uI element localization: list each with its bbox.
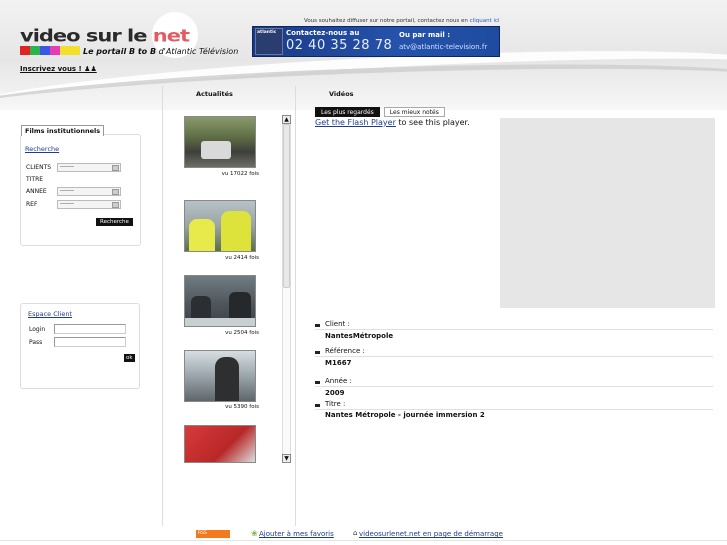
flash-notice: Get the Flash Player to see this player.: [315, 118, 470, 127]
rss-button[interactable]: RSS: [196, 530, 230, 538]
news-thumbnail[interactable]: [184, 350, 256, 402]
client-space-link[interactable]: Espace Client: [28, 310, 72, 318]
search-link[interactable]: Recherche: [25, 145, 59, 153]
reference-value: M1667: [325, 359, 352, 367]
logo[interactable]: video sur le net: [20, 26, 190, 45]
news-heading: Actualités: [196, 90, 233, 98]
atlantic-logo: atlantic: [255, 28, 283, 55]
view-count: vu 2504 fois: [225, 330, 259, 336]
diffuse-link[interactable]: cliquant ici: [470, 18, 500, 24]
news-thumbnail[interactable]: [184, 275, 256, 327]
divider-right: [295, 86, 296, 526]
video-tabs: Les plus regardés Les mieux notés: [315, 107, 445, 117]
person-shape: [215, 357, 239, 401]
logo-colorbar: [20, 46, 80, 55]
separator: [315, 409, 713, 410]
homepage-link[interactable]: videosurlenet.net en page de démarrage: [359, 530, 503, 538]
tab-most-viewed[interactable]: Les plus regardés: [315, 107, 380, 117]
login-input[interactable]: [54, 324, 126, 334]
title-label: Titre :: [325, 400, 346, 408]
tagline: Le portail B to B d'Atlantic Télévision: [83, 47, 239, 56]
footer-line: [0, 540, 727, 541]
chevron-down-icon: [112, 165, 119, 171]
video-player[interactable]: [500, 118, 715, 308]
ok-button[interactable]: ok: [124, 354, 135, 362]
titre-input[interactable]: [57, 175, 121, 184]
bullet-icon: [315, 324, 320, 327]
home-icon: ⌂: [353, 529, 358, 537]
color-swatch: [50, 46, 60, 55]
pass-label: Pass: [29, 339, 43, 346]
color-swatch: [30, 46, 40, 55]
signup-link[interactable]: Inscrivez vous ! ♟♟: [20, 65, 97, 73]
diffuse-text: Vous souhaitez diffuser sur notre portai…: [304, 18, 500, 24]
view-count: vu 2414 fois: [225, 255, 259, 261]
bullet-icon: [315, 381, 320, 384]
annee-select[interactable]: -------: [57, 187, 121, 196]
favorite-icon: ❀: [251, 529, 258, 538]
search-button[interactable]: Recherche: [96, 218, 133, 226]
color-swatch: [20, 46, 30, 55]
news-thumbnail[interactable]: [184, 116, 256, 168]
chevron-down-icon: [112, 202, 119, 208]
tab-best-rated[interactable]: Les mieux notés: [383, 107, 445, 117]
banner-phone: 02 40 35 28 78: [286, 38, 393, 53]
color-swatch: [60, 46, 70, 55]
person-shape: [221, 211, 251, 251]
flash-player-link[interactable]: Get the Flash Player: [315, 118, 396, 127]
bullet-icon: [315, 404, 320, 407]
view-count: vu 17022 fois: [221, 171, 259, 177]
ref-label: REF: [26, 201, 38, 208]
banner-contact-label: Contactez-nous au: [286, 29, 360, 37]
scrollbar-thumb[interactable]: [283, 124, 290, 288]
clients-select[interactable]: -------: [57, 163, 121, 172]
person-shape: [189, 219, 215, 251]
tab-films-institutionnels[interactable]: Films institutionnels: [21, 125, 105, 136]
client-label: Client :: [325, 320, 350, 328]
client-value: NantesMétropole: [325, 332, 394, 340]
add-favorites-link[interactable]: Ajouter à mes favoris: [259, 530, 334, 538]
titre-label: TITRE: [26, 176, 44, 183]
view-count: vu 5390 fois: [225, 404, 259, 410]
login-label: Login: [29, 326, 46, 333]
contact-banner[interactable]: atlantic Contactez-nous au 02 40 35 28 7…: [252, 26, 500, 57]
chevron-down-icon: [112, 189, 119, 195]
banner-mail: atv@atlantic-television.fr: [399, 43, 488, 51]
clients-label: CLIENTS: [26, 164, 52, 171]
password-input[interactable]: [54, 337, 126, 347]
news-thumbnail[interactable]: [184, 200, 256, 252]
reference-label: Référence :: [325, 347, 365, 355]
car-shape: [201, 141, 231, 159]
year-label: Année :: [325, 377, 352, 385]
divider-left: [162, 86, 163, 526]
scroll-down-icon[interactable]: ▼: [282, 454, 291, 463]
annee-label: ANNEE: [26, 188, 47, 195]
scroll-up-icon[interactable]: ▲: [282, 115, 291, 124]
title-value: Nantes Métropole - journée immersion 2: [325, 411, 485, 419]
caption-strip: [185, 318, 255, 326]
bullet-icon: [315, 351, 320, 354]
people-icon: ♟♟: [84, 65, 97, 73]
banner-mail-label: Ou par mail :: [399, 31, 451, 39]
separator: [315, 386, 713, 387]
ref-select[interactable]: -------: [57, 200, 121, 209]
videos-heading: Vidéos: [329, 90, 354, 98]
year-value: 2009: [325, 389, 345, 397]
separator: [315, 329, 713, 330]
color-swatch: [40, 46, 50, 55]
news-thumbnail[interactable]: [184, 425, 256, 463]
separator: [315, 356, 713, 357]
color-swatch: [70, 46, 80, 55]
